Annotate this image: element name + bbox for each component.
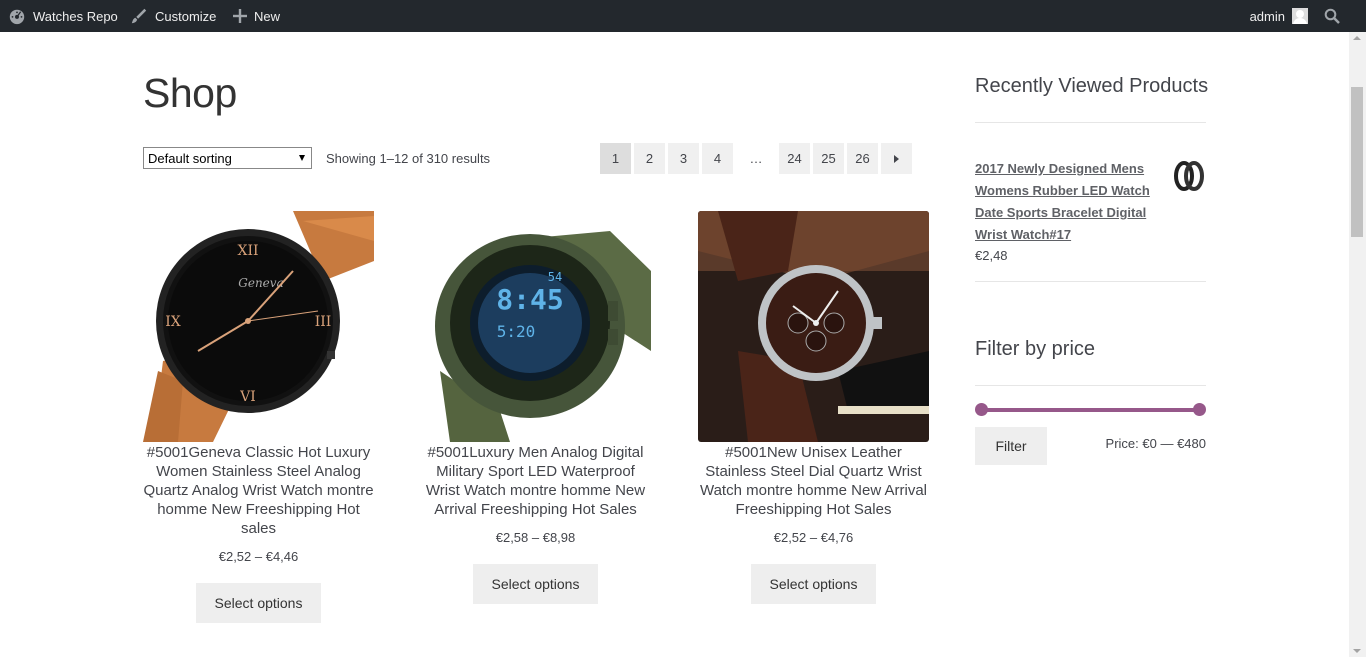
product-price: €2,52 – €4,76 bbox=[773, 530, 854, 545]
page-dots: … bbox=[749, 151, 763, 166]
recently-viewed-title: Recently Viewed Products bbox=[975, 75, 1209, 97]
account-name[interactable]: admin bbox=[1250, 9, 1285, 24]
digital-watch-image: 8:45 5:20 54 bbox=[420, 211, 651, 442]
recent-product-price: €2,48 bbox=[975, 248, 1008, 263]
page-link[interactable]: 25 bbox=[813, 143, 844, 174]
chevron-down-icon bbox=[299, 155, 305, 161]
page-link[interactable]: 4 bbox=[702, 143, 733, 174]
scroll-thumb[interactable] bbox=[1351, 87, 1363, 237]
new-content-link[interactable]: New bbox=[233, 0, 280, 32]
next-page-button[interactable] bbox=[881, 143, 912, 174]
recent-product-link[interactable]: 2017 Newly Designed Mens Womens Rubber L… bbox=[975, 158, 1180, 246]
page-current: 1 bbox=[600, 143, 631, 174]
analog-watch-image: XII VI IX III Geneva bbox=[143, 211, 374, 442]
result-count: Showing 1–12 of 310 results bbox=[326, 151, 491, 166]
bracelet-watch-thumbnail bbox=[1174, 161, 1204, 191]
price-slider-range[interactable] bbox=[981, 408, 1199, 412]
scroll-up-arrow[interactable] bbox=[1353, 36, 1361, 40]
pagination: 1 2 3 4 … 24 25 26 bbox=[600, 143, 915, 174]
plus-icon bbox=[233, 9, 247, 23]
sorting-value: Default sorting bbox=[148, 151, 232, 166]
product-title[interactable]: #5001Geneva Classic Hot Luxury Women Sta… bbox=[143, 442, 374, 538]
chronograph-watch-image bbox=[698, 211, 929, 442]
avatar[interactable] bbox=[1292, 8, 1308, 24]
select-options-button[interactable]: Select options bbox=[196, 583, 321, 623]
price-range-label: Price: €0 — €480 bbox=[1105, 436, 1206, 451]
search-icon[interactable] bbox=[1324, 8, 1340, 24]
divider bbox=[975, 122, 1206, 123]
page-scrollbar[interactable] bbox=[1349, 32, 1366, 657]
sorting-select[interactable]: Default sorting bbox=[143, 147, 312, 169]
divider bbox=[975, 385, 1206, 386]
dashboard-icon bbox=[9, 9, 25, 25]
product-title[interactable]: #5001New Unisex Leather Stainless Steel … bbox=[698, 442, 929, 519]
page-link[interactable]: 3 bbox=[668, 143, 699, 174]
recent-product-thumbnail[interactable] bbox=[1170, 158, 1206, 199]
svg-text:XII: XII bbox=[237, 243, 258, 259]
select-options-button[interactable]: Select options bbox=[473, 564, 598, 604]
product-image[interactable]: 8:45 5:20 54 bbox=[420, 211, 651, 442]
new-label: New bbox=[254, 8, 281, 24]
select-options-button[interactable]: Select options bbox=[751, 564, 876, 604]
product-price: €2,52 – €4,46 bbox=[218, 549, 299, 564]
product-title[interactable]: #5001Luxury Men Analog Digital Military … bbox=[420, 442, 651, 519]
divider bbox=[975, 281, 1206, 282]
customize-link[interactable]: Customize bbox=[130, 0, 216, 32]
price-slider-max-handle[interactable] bbox=[1193, 403, 1206, 416]
svg-text:VI: VI bbox=[239, 389, 256, 405]
product-price: €2,58 – €8,98 bbox=[495, 530, 576, 545]
svg-text:III: III bbox=[315, 314, 332, 330]
site-name: Watches Repo bbox=[33, 8, 118, 24]
customize-label: Customize bbox=[155, 8, 217, 24]
filter-button[interactable]: Filter bbox=[975, 427, 1047, 465]
product-image[interactable]: XII VI IX III Geneva bbox=[143, 211, 374, 442]
admin-bar: Watches Repo Customize New admin bbox=[0, 0, 1366, 32]
filter-price-title: Filter by price bbox=[975, 338, 1096, 360]
svg-text:54: 54 bbox=[548, 270, 562, 284]
svg-text:5:20: 5:20 bbox=[497, 322, 536, 341]
page-title: Shop bbox=[143, 70, 237, 116]
price-slider-min-handle[interactable] bbox=[975, 403, 988, 416]
svg-text:IX: IX bbox=[165, 314, 181, 330]
scroll-down-arrow[interactable] bbox=[1353, 649, 1361, 653]
chevron-right-icon bbox=[894, 154, 899, 163]
page-link[interactable]: 26 bbox=[847, 143, 878, 174]
brush-icon bbox=[131, 8, 147, 24]
svg-text:8:45: 8:45 bbox=[496, 283, 563, 316]
page-link[interactable]: 2 bbox=[634, 143, 665, 174]
page-link[interactable]: 24 bbox=[779, 143, 810, 174]
site-name-link[interactable]: Watches Repo bbox=[8, 0, 118, 32]
product-image[interactable] bbox=[698, 211, 929, 442]
